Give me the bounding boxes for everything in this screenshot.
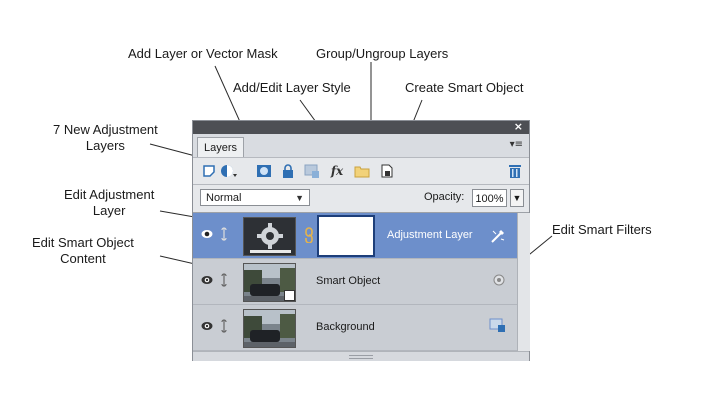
mask-icon[interactable] (255, 162, 273, 180)
blend-opacity-row: Normal ▼ Opacity: 100% ▼ (193, 185, 529, 213)
layers-toolbar: fx (193, 158, 529, 185)
callout-add-mask: Add Layer or Vector Mask (128, 46, 278, 61)
folder-icon[interactable] (353, 162, 371, 180)
callout-layer-style: Add/Edit Layer Style (233, 80, 351, 95)
layer-name: Background (316, 321, 375, 333)
link-icon[interactable] (220, 319, 228, 333)
opacity-label: Opacity: (424, 191, 465, 203)
smart-filters-icon[interactable] (493, 274, 505, 286)
link-icon[interactable] (220, 273, 228, 287)
callout-edit-adjustment-layer: Edit Adjustment Layer (64, 187, 155, 218)
visibility-eye-icon[interactable] (201, 275, 213, 285)
lock-transparency-icon[interactable] (303, 162, 321, 180)
layers-panel: × Layers ▾≡ fx Normal ▼ Opacity: 100% ▼ … (192, 120, 530, 361)
layer-row-smart-object[interactable]: Smart Object (193, 259, 517, 305)
callout-edit-smart-object-content: Edit Smart Object Content (32, 235, 134, 266)
opacity-input[interactable]: 100% (472, 189, 507, 207)
street-photo-thumbnail[interactable] (243, 309, 296, 348)
trash-icon[interactable] (506, 162, 524, 180)
panel-menu-icon[interactable]: ▾≡ (510, 139, 523, 150)
blend-mode-value: Normal (206, 192, 242, 204)
smart-filter-edit-icon[interactable] (490, 228, 506, 244)
adjustment-layer-icon[interactable] (220, 162, 238, 180)
callout-new-adjustment-layers: 7 New Adjustment Layers (53, 122, 158, 153)
layer-mask-thumbnail[interactable] (317, 215, 375, 257)
layers-scrollbar[interactable] (517, 213, 530, 351)
blend-mode-select[interactable]: Normal ▼ (200, 189, 310, 206)
smart-object-icon[interactable] (378, 162, 396, 180)
street-photo-thumbnail[interactable] (243, 263, 296, 302)
callout-group-layers: Group/Ungroup Layers (316, 46, 449, 61)
layers-list: Adjustment Layer Smart Object Background (193, 213, 517, 351)
layer-row-adjustment[interactable]: Adjustment Layer (193, 213, 517, 259)
layer-name: Adjustment Layer (387, 229, 473, 241)
panel-tab-row: Layers ▾≡ (193, 134, 529, 158)
new-layer-icon[interactable] (200, 162, 218, 180)
chevron-down-icon: ▼ (295, 193, 304, 203)
opacity-slider-button[interactable]: ▼ (510, 189, 524, 207)
panel-titlebar: × (193, 120, 529, 134)
visibility-eye-icon[interactable] (201, 321, 213, 331)
callout-edit-smart-filters: Edit Smart Filters (552, 222, 652, 237)
layer-row-background[interactable]: Background (193, 305, 517, 351)
smart-object-badge-icon (284, 290, 295, 301)
mask-link-chain-icon[interactable] (305, 227, 313, 243)
lock-transparency-icon[interactable] (489, 318, 507, 334)
visibility-eye-icon[interactable] (201, 229, 213, 239)
lock-icon[interactable] (279, 162, 297, 180)
link-icon[interactable] (220, 227, 228, 241)
tab-layers[interactable]: Layers (197, 137, 245, 157)
close-icon[interactable]: × (514, 120, 523, 133)
callout-create-smart-object: Create Smart Object (405, 80, 524, 95)
layer-name: Smart Object (316, 275, 381, 287)
adjustment-gear-icon[interactable] (243, 217, 296, 256)
annotated-screenshot: Add Layer or Vector Mask Group/Ungroup L… (0, 0, 710, 410)
panel-resize-grip[interactable] (193, 351, 529, 361)
fx-icon[interactable]: fx (328, 162, 346, 180)
